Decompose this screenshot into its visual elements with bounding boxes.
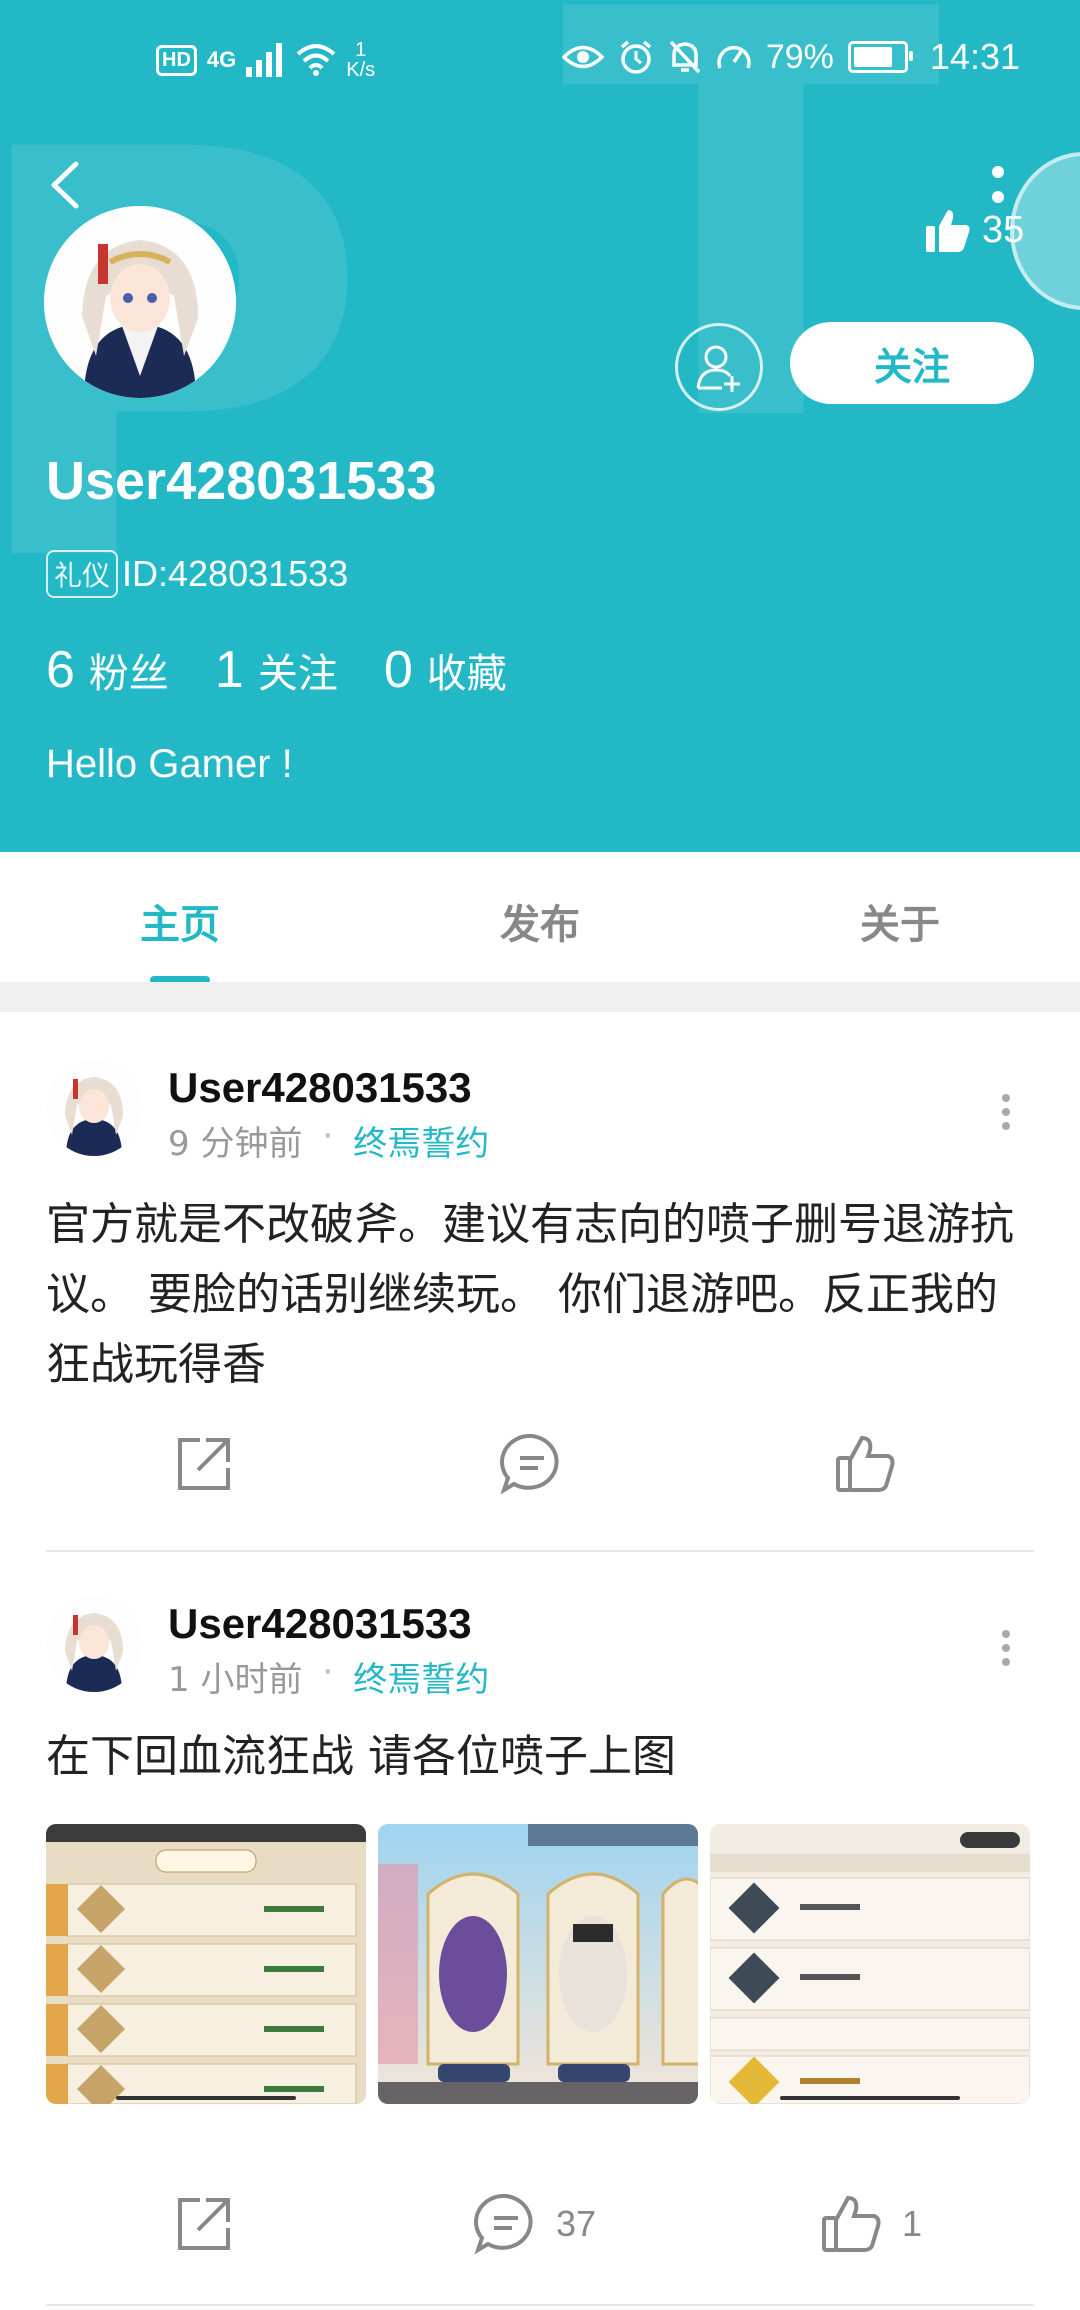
post-avatar[interactable] xyxy=(46,1596,142,1692)
profile-username: User428031533 xyxy=(46,451,437,511)
comment-count: 37 xyxy=(556,2203,597,2244)
post-topic[interactable]: 终焉誓约 xyxy=(353,1652,489,1701)
add-friend-button[interactable] xyxy=(675,323,763,411)
status-bar: HD 4G 1 K/s 79% 14:31 xyxy=(0,36,1080,88)
clock: 14:31 xyxy=(929,36,1020,77)
post-username[interactable]: User428031533 xyxy=(168,1600,472,1648)
like-button[interactable]: 1 xyxy=(820,2192,922,2256)
comment-button[interactable] xyxy=(500,1432,582,1496)
share-button[interactable] xyxy=(172,2192,236,2256)
add-person-icon xyxy=(696,345,740,392)
speedometer-icon xyxy=(717,45,751,69)
tab-posts[interactable]: 发布 xyxy=(440,892,640,950)
comment-icon xyxy=(500,1433,559,1495)
back-arrow-icon[interactable] xyxy=(46,160,86,210)
id-tag: 礼仪 xyxy=(46,550,119,598)
stat-label: 收藏 xyxy=(426,651,507,697)
avatar-image xyxy=(44,206,236,398)
meta-separator: · xyxy=(322,1652,334,1692)
mute-bell-icon xyxy=(669,40,701,74)
stat-following[interactable]: 1 关注 xyxy=(215,640,338,700)
like-button[interactable] xyxy=(834,1432,916,1496)
tab-about[interactable]: 关于 xyxy=(800,892,1000,950)
post-divider xyxy=(46,2304,1034,2306)
section-gap xyxy=(0,982,1080,1012)
ranking-screenshot xyxy=(46,1824,366,2104)
signal-icon xyxy=(246,43,283,77)
post-text: 官方就是不改破斧。建议有志向的喷子删号退游抗议。 要脸的话别继续玩。 你们退游吧… xyxy=(46,1199,1014,1390)
hd-icon: HD xyxy=(156,44,197,76)
follow-button[interactable]: 关注 xyxy=(790,322,1034,404)
thumbs-up-icon xyxy=(926,210,970,252)
network-speed: 1 K/s xyxy=(346,40,375,80)
post-more-icon[interactable] xyxy=(999,1628,1013,1668)
like-count: 1 xyxy=(902,2203,923,2244)
stat-followers[interactable]: 6 粉丝 xyxy=(46,640,169,700)
feed-post[interactable]: User428031533 1 小时前 · 终焉誓约 在下回血流狂战 请各位喷子… xyxy=(0,1552,1080,2310)
post-actions xyxy=(0,1432,1080,1512)
post-time: 1 小时前 xyxy=(168,1660,303,1700)
thumbs-up-icon xyxy=(822,2195,881,2252)
profile-stats: 6 粉丝 1 关注 0 收藏 xyxy=(46,640,507,700)
profile-avatar[interactable] xyxy=(44,206,236,398)
wifi-icon xyxy=(296,44,336,76)
post-image[interactable] xyxy=(378,1824,698,2104)
eye-icon xyxy=(561,45,604,69)
stat-label: 粉丝 xyxy=(88,651,169,697)
share-button[interactable] xyxy=(172,1432,236,1496)
post-meta: 9 分钟前 · 终焉誓约 xyxy=(168,1116,489,1165)
battery-icon xyxy=(847,41,913,73)
avatar-image xyxy=(46,1060,142,1156)
post-image[interactable] xyxy=(46,1824,366,2104)
post-time: 9 分钟前 xyxy=(168,1124,303,1164)
header-like-count: 35 xyxy=(982,208,1025,251)
alarm-icon xyxy=(620,40,651,74)
share-icon xyxy=(178,1438,230,1490)
post-username[interactable]: User428031533 xyxy=(168,1064,472,1112)
post-image-grid xyxy=(46,1824,1030,2104)
guild-screenshot xyxy=(710,1824,1030,2104)
profile-id-line: 礼仪 ID:428031533 xyxy=(46,550,348,598)
profile-bio: Hello Gamer ! xyxy=(46,742,293,786)
comment-button[interactable]: 37 xyxy=(474,2192,596,2256)
post-topic[interactable]: 终焉誓约 xyxy=(353,1116,489,1165)
speed-value: 1 xyxy=(355,39,367,61)
battery-percent: 79% xyxy=(765,37,834,76)
thumbs-up-icon xyxy=(836,1435,895,1492)
tab-home[interactable]: 主页 xyxy=(80,892,280,950)
feed-post[interactable]: User428031533 9 分钟前 · 终焉誓约 官方就是不改破斧。建议有志… xyxy=(0,1012,1080,1552)
profile-id: ID:428031533 xyxy=(122,553,349,594)
stat-number: 0 xyxy=(383,641,413,699)
post-text: 在下回血流狂战 请各位喷子上图 xyxy=(46,1731,676,1782)
speed-unit: K/s xyxy=(346,59,376,81)
post-meta: 1 小时前 · 终焉誓约 xyxy=(168,1652,489,1701)
network-label: 4G xyxy=(206,47,237,72)
profile-tabs: 主页 发布 关于 xyxy=(0,852,1080,984)
stat-number: 6 xyxy=(46,641,75,699)
post-actions: 37 1 xyxy=(0,2192,1080,2272)
avatar-image xyxy=(46,1596,142,1692)
battle-screenshot xyxy=(378,1824,698,2104)
stat-favorites[interactable]: 0 收藏 xyxy=(384,640,507,700)
post-image[interactable] xyxy=(710,1824,1030,2104)
stat-number: 1 xyxy=(214,641,244,699)
meta-separator: · xyxy=(322,1116,334,1156)
post-more-icon[interactable] xyxy=(999,1092,1013,1132)
header-like[interactable]: 35 xyxy=(924,206,1024,254)
post-avatar[interactable] xyxy=(46,1060,142,1156)
share-icon xyxy=(178,2198,230,2250)
comment-icon xyxy=(474,2193,533,2255)
profile-header: P T HD 4G 1 K/s xyxy=(0,0,1080,852)
stat-label: 关注 xyxy=(257,651,338,697)
